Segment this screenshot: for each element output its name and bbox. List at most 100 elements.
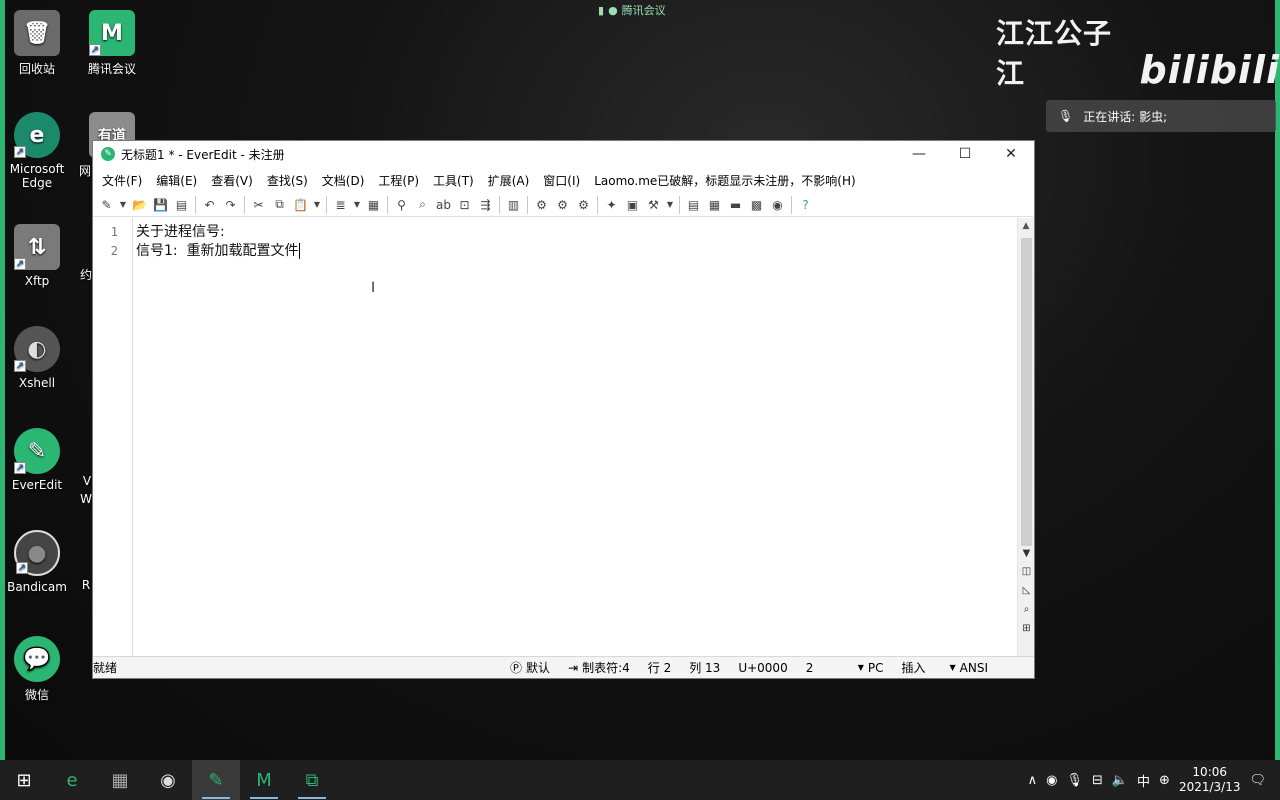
desktop-icon-tencent-meeting[interactable]: M ↗ 腾讯会议 [75,10,149,77]
clock[interactable]: 10:06 2021/3/13 [1179,765,1241,795]
status-line-end[interactable]: ▼ PC [849,661,893,675]
help-icon[interactable]: ? [796,195,815,214]
volume-icon[interactable]: 🔈 [1112,773,1128,788]
plugin-icon[interactable]: ✦ [602,195,621,214]
document-icon[interactable]: ▦ [364,195,383,214]
macro-play-icon[interactable]: ⚙ [553,195,572,214]
status-tab-size[interactable]: ⇥ 制表符:4 [559,659,639,676]
close-button[interactable]: ✕ [988,141,1034,167]
stats-icon[interactable]: ▥ [504,195,523,214]
menu-document[interactable]: 文档(D) [315,172,372,189]
ime-indicator[interactable]: 中 [1137,771,1150,790]
status-charset[interactable]: ▼ ANSI [941,661,998,675]
save-all-icon[interactable]: ▤ [172,195,191,214]
status-unicode: U+0000 [738,660,788,675]
desktop-icon-everedit[interactable]: ✎ ↗ EverEdit [0,428,74,492]
taskbar-edge[interactable]: e [48,760,96,800]
menu-file[interactable]: 文件(F) [95,172,149,189]
console-icon[interactable]: ▬ [726,195,745,214]
text-line[interactable]: 关于进程信号: [136,223,1017,242]
chevron-up-icon[interactable]: ∧ [1028,773,1038,788]
toolbar: ✎ ▼ 📂 💾 ▤ ↶ ↷ ✂ ⧉ 📋 ▼ ≣ ▼ ▦ ⚲ ⌕ ab ⊡ ⇶ ▥… [93,193,1034,217]
taskbar: ⊞ e ▦ ◉ ✎ M ⧉ ∧ ◉ 🎙 ⊟ 🔈 中 ⊕ 10:06 2021/3… [0,760,1280,800]
desktop-icon-wechat[interactable]: 💬 微信 [0,636,74,703]
new-file-icon[interactable]: ✎ [97,195,116,214]
redo-icon[interactable]: ↷ [221,195,240,214]
menu-window[interactable]: 窗口(I) [536,172,587,189]
title-bar[interactable]: ✎ 无标题1 * - EverEdit - 未注册 — ☐ ✕ [93,141,1034,167]
desktop-icon-xshell[interactable]: ◐ ↗ Xshell [0,326,74,390]
taskbar-task-view[interactable]: ⧉ [288,760,336,800]
calculator-icon[interactable]: ▣ [623,195,642,214]
panel-output-icon[interactable]: ▦ [705,195,724,214]
open-file-icon[interactable]: 📂 [130,195,149,214]
replace-icon[interactable]: ab [434,195,453,214]
meeting-indicator[interactable]: ▮ ● 腾讯会议 [598,2,666,18]
find-icon[interactable]: ⚲ [392,195,411,214]
side-split-icon[interactable]: ⊞ [1018,623,1035,642]
macro-record-icon[interactable]: ⚙ [532,195,551,214]
new-file-dropdown-icon[interactable]: ▼ [118,200,128,209]
network-icon[interactable]: ⊟ [1092,773,1103,788]
fullscreen-icon[interactable]: ▩ [747,195,766,214]
menu-find[interactable]: 查找(S) [260,172,315,189]
desktop-icon-bandicam[interactable]: ● ↗ Bandicam [0,530,74,594]
taskbar-xftp[interactable]: ▦ [96,760,144,800]
line-number: 1 [110,225,118,239]
desktop-icon-edge[interactable]: e ↗ Microsoft Edge [0,112,74,190]
format-icon[interactable]: ≣ [331,195,350,214]
cut-icon[interactable]: ✂ [249,195,268,214]
record-icon[interactable]: ◉ [1046,773,1057,788]
text-content[interactable]: 关于进程信号: 信号1: 重新加载配置文件 I [133,218,1017,656]
clock-time: 10:06 [1192,765,1228,779]
copy-icon[interactable]: ⧉ [270,195,289,214]
menu-project[interactable]: 工程(P) [371,172,426,189]
desktop-icon-xftp[interactable]: ⇅ ↗ Xftp [0,224,74,288]
menu-help[interactable]: Laomo.me已破解，标题显示未注册，不影响(H) [587,172,862,189]
notification-icon[interactable]: 🗨 [1249,773,1266,788]
browser-icon[interactable]: ◉ [768,195,787,214]
status-insert[interactable]: 插入 [893,659,941,676]
side-ruler-icon[interactable]: ◺ [1018,585,1035,604]
save-icon[interactable]: 💾 [151,195,170,214]
taskbar-tencent-meeting[interactable]: M [240,760,288,800]
undo-icon[interactable]: ↶ [200,195,219,214]
maximize-button[interactable]: ☐ [942,141,988,167]
status-encoding-mode[interactable]: Ⓟ 默认 [501,659,559,676]
toolbar-separator [499,195,500,214]
find-next-icon[interactable]: ⊡ [455,195,474,214]
toolbar-separator [679,195,680,214]
tools-dropdown-icon[interactable]: ▼ [665,200,675,209]
tools-icon[interactable]: ⚒ [644,195,663,214]
xshell-icon: ◐ ↗ [14,326,60,372]
menu-view[interactable]: 查看(V) [204,172,260,189]
menu-tools[interactable]: 工具(T) [426,172,481,189]
taskbar-bandicam[interactable]: ◉ [144,760,192,800]
microphone-icon[interactable]: 🎙 [1066,773,1083,788]
minimize-button[interactable]: — [896,141,942,167]
ime-mode-icon[interactable]: ⊕ [1159,773,1170,788]
menu-extensions[interactable]: 扩展(A) [481,172,537,189]
scroll-down-icon[interactable]: ▼ [1018,548,1035,567]
bookmark-icon[interactable]: ⇶ [476,195,495,214]
paste-dropdown-icon[interactable]: ▼ [312,200,322,209]
vertical-scrollbar[interactable]: ▲ ▼ ◫ ◺ ⌕ ⊞ [1017,218,1034,656]
editor-area[interactable]: 1 2 关于进程信号: 信号1: 重新加载配置文件 I ▲ ▼ ◫ ◺ ⌕ ⊞ [93,218,1034,656]
text-line[interactable]: 信号1: 重新加载配置文件 [136,242,1017,261]
paste-icon[interactable]: 📋 [291,195,310,214]
start-button[interactable]: ⊞ [0,760,48,800]
find-in-files-icon[interactable]: ⌕ [413,195,432,214]
partial-label: 约 [80,268,93,282]
taskbar-everedit[interactable]: ✎ [192,760,240,800]
scroll-up-icon[interactable]: ▲ [1018,218,1034,235]
desktop-icon-label: 回收站 [18,62,55,76]
menu-edit[interactable]: 编辑(E) [149,172,204,189]
side-zoom-icon[interactable]: ⌕ [1018,604,1035,623]
desktop-icon-recycle-bin[interactable]: 🗑 回收站 [0,10,74,77]
side-panel-icon[interactable]: ◫ [1018,566,1035,585]
scroll-thumb[interactable] [1021,238,1032,546]
panel-left-icon[interactable]: ▤ [684,195,703,214]
everedit-window[interactable]: ✎ 无标题1 * - EverEdit - 未注册 — ☐ ✕ 文件(F) 编辑… [92,140,1035,679]
macro-repeat-icon[interactable]: ⚙ [574,195,593,214]
format-dropdown-icon[interactable]: ▼ [352,200,362,209]
